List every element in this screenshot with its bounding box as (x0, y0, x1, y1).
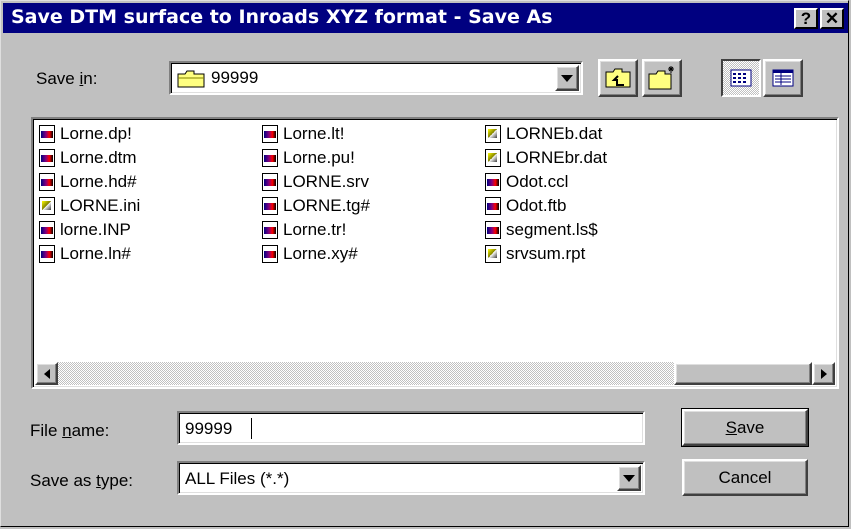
file-item-name: Lorne.dp! (60, 124, 132, 143)
create-new-folder-button[interactable] (642, 59, 682, 97)
help-button[interactable]: ? (794, 8, 818, 29)
chevron-down-icon (623, 474, 635, 482)
save-in-label: Save in: (36, 69, 98, 88)
file-item[interactable]: Lorne.xy# (262, 242, 358, 266)
file-item[interactable]: segment.ls$ (485, 218, 598, 242)
file-item-name: Lorne.ln# (60, 244, 131, 263)
file-item-name: LORNE.srv (283, 172, 369, 191)
file-item-name: Lorne.pu! (283, 148, 355, 167)
file-list[interactable]: Lorne.dp! Lorne.dtm Lorne.hd# LORNE.ini lorn… (31, 117, 839, 389)
file-item[interactable]: lorne.INP (39, 218, 131, 242)
file-item-name: LORNEbr.dat (506, 148, 608, 167)
list-view-icon (730, 69, 752, 87)
app-file-icon (39, 173, 55, 191)
chevron-down-icon (561, 74, 573, 82)
folder-icon (177, 70, 205, 88)
file-item[interactable]: srvsum.rpt (485, 242, 585, 266)
scroll-thumb[interactable] (674, 362, 812, 385)
file-item[interactable]: Lorne.pu! (262, 146, 355, 170)
file-name-input[interactable]: 99999 (177, 411, 645, 445)
new-folder-icon (648, 66, 674, 90)
save-button[interactable]: Save (681, 408, 809, 447)
save-button-label: ave (736, 417, 765, 437)
up-one-level-button[interactable] (598, 59, 638, 97)
file-item[interactable]: Lorne.ln# (39, 242, 131, 266)
file-item-name: Lorne.lt! (283, 124, 345, 143)
save-in-dropdown-button[interactable] (555, 65, 579, 91)
up-folder-icon (605, 68, 631, 88)
save-as-type-combo[interactable]: ALL Files (*.*) (177, 461, 645, 495)
save-as-type-value: ALL Files (*.*) (185, 469, 290, 488)
file-item-name: Odot.ftb (506, 196, 567, 215)
file-name-label: File name: (30, 421, 110, 440)
save-button-accel: S (725, 417, 737, 437)
app-file-icon (485, 197, 501, 215)
file-item-name: Lorne.tr! (283, 220, 347, 239)
list-view-button[interactable] (721, 59, 761, 97)
file-item-name: srvsum.rpt (506, 244, 586, 263)
file-item-name: Lorne.hd# (60, 172, 137, 191)
save-in-value: 99999 (211, 68, 259, 87)
file-item[interactable]: LORNE.ini (39, 194, 140, 218)
title-bar[interactable]: Save DTM surface to Inroads XYZ format -… (3, 3, 848, 33)
file-item-name: lorne.INP (60, 220, 131, 239)
file-item[interactable]: Lorne.dp! (39, 122, 132, 146)
settings-file-icon (39, 197, 55, 215)
file-item[interactable]: Lorne.tr! (262, 218, 346, 242)
app-file-icon (262, 221, 278, 239)
save-in-combo[interactable]: 99999 (169, 61, 583, 95)
cancel-button[interactable]: Cancel (682, 459, 808, 496)
app-file-icon (39, 245, 55, 263)
scroll-right-button[interactable] (812, 362, 835, 385)
app-file-icon (485, 221, 501, 239)
details-view-icon (772, 69, 794, 87)
file-name-value: 99999 (185, 419, 233, 438)
file-item-name: Lorne.xy# (283, 244, 358, 263)
settings-file-icon (485, 149, 501, 167)
save-as-type-label: Save as type: (30, 471, 134, 490)
file-item[interactable]: LORNE.tg# (262, 194, 370, 218)
close-button[interactable]: ✕ (820, 8, 844, 29)
horizontal-scrollbar[interactable] (35, 362, 835, 385)
file-item[interactable]: Odot.ccl (485, 170, 568, 194)
file-item-name: Lorne.dtm (60, 148, 137, 167)
right-arrow-icon (820, 368, 827, 379)
settings-file-icon (485, 125, 501, 143)
app-file-icon (262, 149, 278, 167)
file-item[interactable]: LORNE.srv (262, 170, 369, 194)
text-cursor (251, 418, 252, 439)
app-file-icon (39, 221, 55, 239)
app-file-icon (262, 197, 278, 215)
save-as-dialog: Save DTM surface to Inroads XYZ format -… (0, 0, 849, 527)
file-item[interactable]: Lorne.hd# (39, 170, 137, 194)
app-file-icon (39, 149, 55, 167)
settings-file-icon (485, 245, 501, 263)
app-file-icon (262, 173, 278, 191)
app-file-icon (39, 125, 55, 143)
file-item-name: Odot.ccl (506, 172, 569, 191)
scroll-left-button[interactable] (35, 362, 58, 385)
details-view-button[interactable] (763, 59, 803, 97)
file-item[interactable]: LORNEbr.dat (485, 146, 607, 170)
app-file-icon (485, 173, 501, 191)
dialog-title: Save DTM surface to Inroads XYZ format -… (11, 6, 553, 28)
file-item-name: segment.ls$ (506, 220, 598, 239)
file-item-name: LORNE.ini (60, 196, 141, 215)
file-item[interactable]: Odot.ftb (485, 194, 566, 218)
file-item[interactable]: Lorne.lt! (262, 122, 344, 146)
file-item[interactable]: LORNEb.dat (485, 122, 602, 146)
app-file-icon (262, 245, 278, 263)
app-file-icon (262, 125, 278, 143)
left-arrow-icon (43, 368, 50, 379)
file-item[interactable]: Lorne.dtm (39, 146, 137, 170)
file-item-name: LORNEb.dat (506, 124, 603, 143)
file-item-name: LORNE.tg# (283, 196, 370, 215)
save-as-type-dropdown-button[interactable] (617, 465, 641, 491)
